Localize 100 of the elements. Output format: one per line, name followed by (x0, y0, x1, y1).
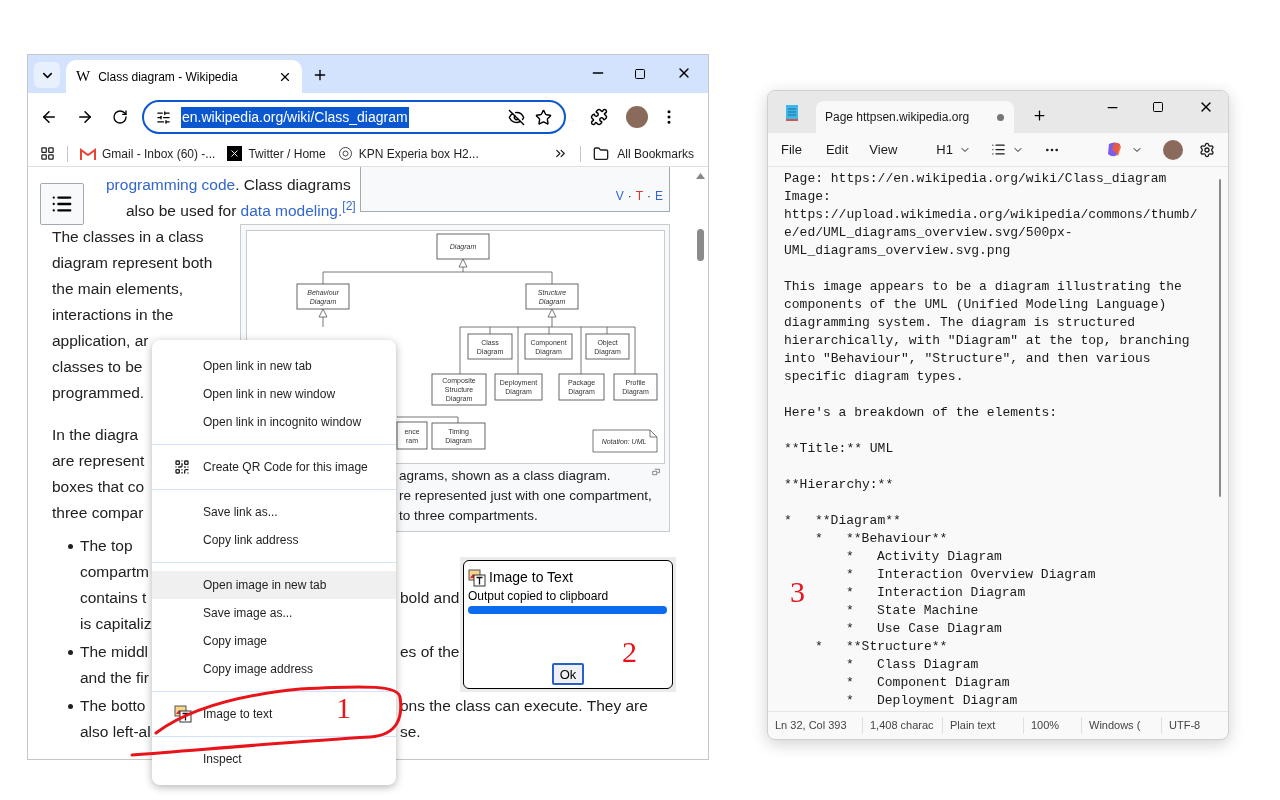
list-dropdown[interactable] (990, 142, 1024, 157)
text-line: * **Structure** (815, 638, 948, 656)
document-tab[interactable]: Page httpsen.wikipedia.org (816, 101, 1014, 133)
text-line: * Interaction Overview Diagram (846, 566, 1096, 584)
scroll-thumb[interactable] (697, 229, 704, 261)
text-line: **Title:** UML (784, 440, 894, 458)
eye-off-icon[interactable] (508, 108, 525, 126)
enlarge-icon[interactable] (651, 467, 660, 477)
text-line: hierarchically, with "Diagram" at the top, branching (784, 332, 1190, 350)
article-text: classes to be (52, 357, 143, 377)
reload-icon[interactable] (112, 109, 128, 125)
figure-caption: re represented just with one compartment, (399, 487, 652, 505)
contents-button[interactable] (40, 183, 84, 225)
article-text: diagram represent both (52, 253, 213, 273)
article-text: The top (80, 537, 133, 554)
article-link[interactable]: data modeling. (240, 202, 343, 219)
article-link[interactable]: programming code (106, 176, 236, 193)
profile-avatar[interactable] (626, 106, 648, 128)
article-text: the main elements, (52, 279, 183, 299)
status-item: UTF-8 (1161, 717, 1221, 734)
url-text: en.wikipedia.org/wiki/Class_diagram (181, 106, 409, 128)
article-text: interactions in the (52, 305, 174, 325)
notepad-app-icon (785, 103, 799, 121)
article-link[interactable]: [2] (342, 199, 356, 213)
all-bookmarks-button[interactable]: All Bookmarks (593, 144, 694, 163)
article-text: bold and (400, 588, 460, 608)
scrollbar-thumb[interactable] (1219, 179, 1221, 497)
text-line: UML_diagrams_overview.svg.png (784, 242, 1011, 260)
text-line: * Class Diagram (846, 656, 979, 674)
bookmark-item[interactable]: KPN Experia box H2... (337, 144, 479, 163)
back-icon[interactable] (40, 108, 58, 126)
swirl-icon (337, 146, 353, 161)
mail-icon (80, 147, 96, 160)
article-text: compartm (80, 563, 149, 580)
x-logo-icon (227, 146, 243, 161)
qr-code-icon (174, 459, 190, 475)
article-text: The middl (80, 643, 149, 660)
status-item: Windows ( (1081, 717, 1161, 734)
text-line: * Component Diagram (846, 674, 1010, 692)
menu-button[interactable]: Edit (825, 139, 849, 160)
bookmark-item[interactable]: Twitter / Home (227, 144, 326, 163)
bookmark-label: Twitter / Home (248, 145, 326, 163)
text-line: Page: https://en.wikipedia.org/wiki/Class_diagram (784, 170, 1167, 188)
figure-caption: to three compartments. (399, 507, 538, 525)
image-text-icon (174, 705, 192, 723)
menu-button[interactable]: View (869, 139, 898, 160)
text-line: * **Diagram** (784, 512, 901, 530)
status-item: 100% (1023, 717, 1081, 734)
article-text: es of the (400, 642, 460, 662)
navbox-link[interactable]: T (635, 183, 643, 209)
navbox-link[interactable]: V (615, 183, 624, 209)
dialog-message: Output copied to clipboard (468, 588, 609, 604)
tab-search-button[interactable] (34, 62, 60, 88)
status-item: Ln 32, Col 393 (774, 718, 848, 734)
app-icon (468, 568, 486, 587)
copilot-icon[interactable] (1106, 141, 1123, 158)
generalization-connector (318, 308, 328, 328)
text-line: * Activity Diagram (846, 548, 1002, 566)
navbox-separator: · (647, 188, 651, 205)
address-bar[interactable]: en.wikipedia.org/wiki/Class_diagram (142, 100, 566, 134)
text-line: Here's a breakdown of the elements: (784, 404, 1058, 422)
text-line: into "Behaviour", "Structure", and then various (784, 350, 1151, 368)
article-text: The botto (80, 697, 146, 714)
text-line: This image appears to be a diagram illustrating the (784, 278, 1182, 296)
menu-button[interactable]: File (781, 139, 802, 160)
scroll-up-icon[interactable] (696, 173, 705, 179)
text-line: e/ed/UML_diagrams_overview.svg/500px- (784, 224, 1073, 242)
status-item: Plain text (942, 717, 1023, 734)
article-text: boxes that co (52, 477, 145, 497)
ok-button[interactable]: Ok (552, 663, 584, 685)
text-line: **Hierarchy:** (784, 476, 894, 494)
article-text: programming code. Class diagrams (106, 175, 351, 195)
text-line: * Use Case Diagram (846, 620, 1002, 638)
profile-avatar[interactable] (1163, 139, 1183, 160)
article-text: is capitaliz (80, 615, 152, 632)
maximize-icon[interactable] (634, 68, 646, 80)
annotation-number: 3 (790, 574, 805, 610)
site-settings-icon[interactable] (156, 109, 171, 125)
text-line: diagramming system. The diagram is structured (784, 314, 1136, 332)
new-tab-icon[interactable] (312, 67, 328, 83)
article-text: se. (400, 722, 421, 742)
navbox-separator: · (627, 188, 632, 205)
extensions-icon[interactable] (590, 108, 608, 126)
bookmark-item[interactable]: Gmail - Inbox (60) -... (80, 144, 216, 163)
heading-dropdown[interactable]: H1 (936, 139, 971, 160)
navbox-link[interactable]: E (655, 183, 663, 209)
bookmark-star-icon[interactable] (535, 108, 552, 126)
apps-icon[interactable] (40, 146, 55, 161)
article-text: programmed. (52, 383, 145, 403)
article-text: The classes in a class (52, 227, 204, 247)
forward-icon[interactable] (76, 108, 94, 126)
browser-tab[interactable]: W Class diagram - Wikipedia (66, 60, 302, 93)
text-line: * Interaction Diagram (846, 584, 1026, 602)
settings-icon[interactable] (1199, 141, 1215, 158)
new-tab-icon[interactable] (1032, 108, 1047, 123)
menu-item[interactable]: Open image in new tab (152, 571, 396, 599)
wikipedia-favicon: W (76, 67, 91, 87)
maximize-icon[interactable] (1152, 101, 1164, 113)
article-text: application, ar (52, 331, 149, 351)
article-text: also be used for data modeling.$^{[2]}$ (126, 198, 356, 221)
